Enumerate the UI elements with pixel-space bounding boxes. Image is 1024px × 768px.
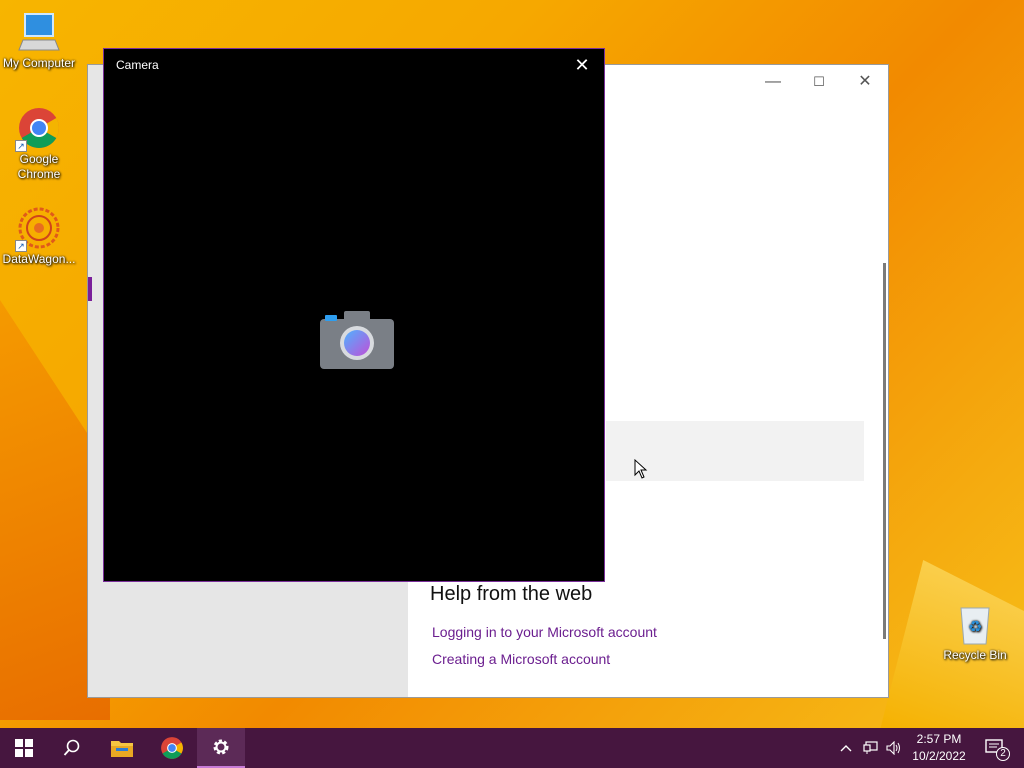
desktop-icon-datawagon[interactable]: ↗ DataWagon... <box>0 206 78 267</box>
help-link-creating-account[interactable]: Creating a Microsoft account <box>432 651 610 667</box>
svg-text:♻: ♻ <box>968 617 982 636</box>
desktop-icon-label: Google Chrome <box>17 152 61 181</box>
volume-icon[interactable] <box>884 728 904 768</box>
camera-window: Camera ✕ <box>103 48 605 582</box>
clock[interactable]: 2:57 PM 10/2/2022 <box>906 731 972 765</box>
notification-count-badge: 2 <box>996 747 1010 761</box>
chrome-icon: ↗ <box>15 106 61 152</box>
chevron-up-icon[interactable] <box>836 728 856 768</box>
file-explorer-icon[interactable] <box>98 728 146 768</box>
search-icon[interactable] <box>48 728 96 768</box>
help-section-title: Help from the web <box>430 583 593 605</box>
desktop-icon-label: Recycle Bin <box>943 648 1007 662</box>
desktop-icon-my-computer[interactable]: My Computer <box>0 10 78 71</box>
recycle-bin-icon: ♻ <box>953 602 997 646</box>
shortcut-arrow-icon: ↗ <box>15 140 27 152</box>
window-title: Camera <box>116 58 159 72</box>
clock-time: 2:57 PM <box>916 732 962 746</box>
chrome-icon[interactable] <box>148 728 196 768</box>
desktop-icon-label: My Computer <box>2 56 76 70</box>
start-icon[interactable] <box>0 728 48 768</box>
close-button[interactable]: ✕ <box>854 73 876 91</box>
settings-icon[interactable] <box>197 728 245 768</box>
minimize-button[interactable]: — <box>762 73 784 91</box>
taskbar: 2:57 PM 10/2/2022 2 <box>0 728 1024 768</box>
camera-icon <box>320 311 394 369</box>
help-link-logging-in[interactable]: Logging in to your Microsoft account <box>432 624 657 640</box>
clock-date: 10/2/2022 <box>912 749 966 763</box>
selected-nav-indicator <box>88 277 92 301</box>
shortcut-arrow-icon: ↗ <box>15 240 27 252</box>
desktop-icon-recycle-bin[interactable]: ♻ Recycle Bin <box>936 602 1014 663</box>
desktop-icon-label: DataWagon... <box>2 252 76 266</box>
computer-icon <box>17 10 61 54</box>
maximize-button[interactable]: ☐ <box>808 73 830 91</box>
mouse-cursor-icon <box>634 459 648 479</box>
notification-center-icon[interactable]: 2 <box>976 728 1016 768</box>
close-button[interactable]: ✕ <box>570 55 594 75</box>
network-icon[interactable] <box>860 728 882 768</box>
datawagon-icon: ↗ <box>15 206 61 252</box>
desktop-icon-google-chrome[interactable]: ↗ Google Chrome <box>0 106 78 182</box>
scrollbar[interactable] <box>883 263 886 639</box>
